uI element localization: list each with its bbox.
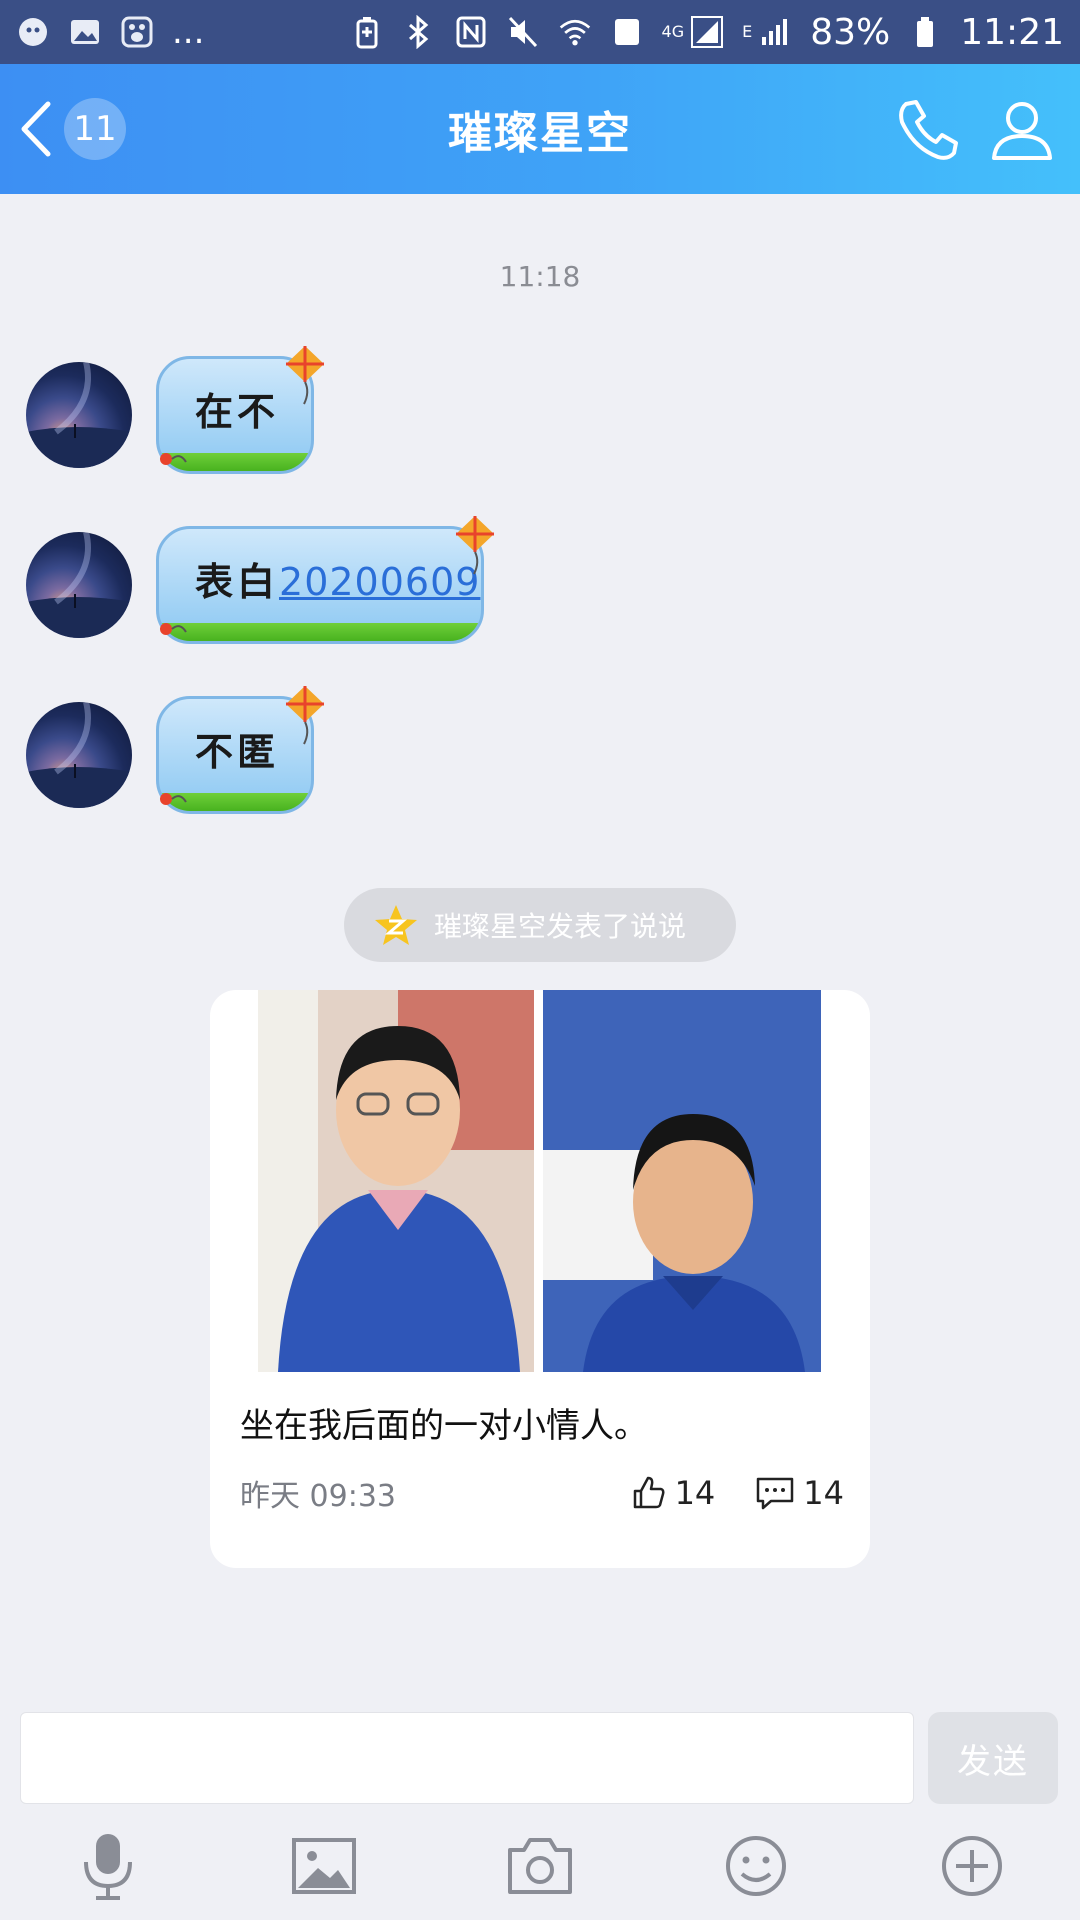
post-notice[interactable]: 璀璨星空发表了说说 — [344, 888, 736, 962]
kite-icon — [286, 686, 324, 745]
baidu-icon — [120, 15, 154, 49]
avatar[interactable] — [26, 532, 132, 638]
message-text: 表白20200609 — [195, 551, 480, 606]
nfc-icon — [454, 15, 488, 49]
camera-button[interactable] — [504, 1830, 576, 1902]
message-bubble[interactable]: 表白20200609 — [156, 526, 484, 644]
profile-button[interactable] — [986, 94, 1058, 166]
bubble-tail-decoration — [160, 623, 187, 635]
thumbs-up-icon — [633, 1476, 665, 1509]
message-row: 表白20200609 — [26, 516, 526, 652]
wifi-icon — [558, 15, 592, 49]
network-e-label: E — [742, 21, 753, 41]
like-count-value: 14 — [674, 1474, 716, 1512]
avatar[interactable] — [26, 702, 132, 808]
voice-button[interactable] — [72, 1830, 144, 1902]
microphone-icon — [84, 1834, 132, 1900]
bubble-tail-decoration — [160, 793, 187, 805]
chat-screen: ... 4G E 83% 11:21 11 璀璨星空 11:18 在不 表白20… — [0, 0, 1080, 1920]
phone-icon — [899, 100, 958, 160]
message-text: 不匿 — [195, 730, 280, 774]
kite-icon — [456, 516, 494, 575]
comment-icon — [757, 1477, 794, 1510]
post-meta: 昨天 09:33 14 14 — [240, 1468, 844, 1518]
image-icon — [292, 1838, 356, 1894]
album-button[interactable] — [288, 1830, 360, 1902]
message-row: 不匿 — [26, 686, 346, 822]
send-button[interactable]: 发送 — [928, 1712, 1058, 1804]
bubble-tail-decoration — [160, 453, 187, 465]
emoji-icon — [726, 1836, 786, 1896]
status-left: ... — [16, 15, 204, 49]
call-button[interactable] — [892, 94, 964, 166]
post-date: 昨天 09:33 — [240, 1479, 396, 1514]
kite-icon — [286, 346, 324, 405]
battery-percent: 83% — [810, 11, 891, 53]
battery-icon — [908, 15, 942, 49]
overflow-indicator: ... — [172, 12, 205, 52]
status-bar: ... 4G E 83% 11:21 — [0, 0, 1080, 64]
bluetooth-icon — [402, 15, 436, 49]
notice-text: 璀璨星空发表了说说 — [434, 910, 687, 943]
plus-icon — [942, 1836, 1002, 1896]
message-row: 在不 — [26, 346, 346, 482]
user-icon — [992, 102, 1052, 160]
message-link[interactable]: 20200609 — [279, 560, 480, 604]
cat-app-icon — [16, 15, 50, 49]
input-toolbar — [0, 1830, 1080, 1910]
status-time: 11:21 — [960, 11, 1064, 53]
camera-icon — [508, 1838, 572, 1894]
like-count[interactable]: 14 — [631, 1474, 716, 1512]
shared-post-card[interactable]: 坐在我后面的一对小情人。 昨天 09:33 14 14 — [210, 990, 870, 1568]
message-input[interactable] — [20, 1712, 914, 1804]
chat-timestamp: 11:18 — [499, 260, 581, 293]
signal-icon-sim2 — [758, 15, 792, 49]
qzone-star-icon — [375, 905, 417, 945]
post-caption: 坐在我后面的一对小情人。 — [240, 1406, 648, 1446]
post-photo[interactable] — [258, 990, 534, 1372]
more-button[interactable] — [936, 1830, 1008, 1902]
avatar[interactable] — [26, 362, 132, 468]
sim-badge — [610, 15, 644, 49]
mute-icon — [506, 15, 540, 49]
message-text: 在不 — [195, 390, 280, 434]
chat-header: 11 璀璨星空 — [0, 64, 1080, 194]
network-4g-label: 4G — [661, 21, 685, 41]
comment-count-value: 14 — [803, 1474, 844, 1512]
emoji-button[interactable] — [720, 1830, 792, 1902]
post-photo[interactable] — [543, 990, 821, 1372]
battery-saver-icon — [350, 15, 384, 49]
signal-icon-sim1 — [690, 15, 724, 49]
message-prefix: 表白 — [195, 560, 280, 604]
gallery-icon — [68, 15, 102, 49]
status-right: 4G E 83% 11:21 — [350, 12, 1064, 53]
comment-count[interactable]: 14 — [755, 1474, 844, 1512]
